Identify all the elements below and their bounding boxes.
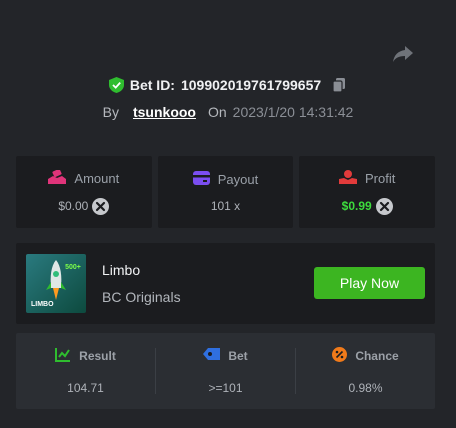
profit-value: $0.99: [341, 199, 372, 213]
play-now-button[interactable]: Play Now: [314, 267, 425, 299]
game-name[interactable]: Limbo: [102, 262, 140, 278]
thumb-badge: 500+: [65, 264, 81, 271]
stat-profit: Profit $0.99: [299, 156, 436, 228]
result-label: Result: [79, 349, 116, 363]
bet-id-value: 109902019761799657: [180, 77, 322, 93]
bet-id-row: Bet ID: 109902019761799657: [0, 74, 456, 96]
chance-value: 0.98%: [348, 381, 383, 395]
game-card: 500+ LIMBO Limbo BC Originals Play Now: [16, 243, 435, 324]
amount-value: $0.00: [58, 199, 89, 213]
percent-icon: [332, 347, 348, 365]
game-provider: BC Originals: [102, 289, 181, 305]
bet-author-row: By tsunkooo On 2023/1/20 14:31:42: [0, 101, 456, 123]
result-chart-icon: [55, 347, 71, 365]
by-label: By: [102, 104, 119, 120]
profit-icon: [339, 169, 357, 187]
payout-value: 101 x: [210, 199, 241, 213]
share-icon[interactable]: [392, 44, 414, 64]
result-value: 104.71: [67, 381, 104, 395]
bet-id-label: Bet ID:: [129, 77, 175, 93]
detail-chance: Chance 0.98%: [296, 347, 435, 395]
stat-amount: Amount $0.00: [16, 156, 152, 228]
bet-value: >=101: [208, 381, 243, 395]
thumb-title: LIMBO: [31, 301, 54, 308]
bet-stats: Amount $0.00 Payout 101 x Profit $0.99: [16, 156, 436, 228]
username-link[interactable]: tsunkooo: [133, 104, 196, 120]
tag-icon: [203, 347, 221, 364]
wallet-icon: [192, 171, 210, 188]
game-thumbnail[interactable]: 500+ LIMBO: [26, 254, 86, 313]
bet-datetime: 2023/1/20 14:31:42: [232, 104, 354, 120]
amount-label: Amount: [74, 170, 120, 186]
chance-label: Chance: [355, 349, 399, 363]
amount-icon: [48, 168, 67, 187]
shield-check-icon: [108, 77, 124, 93]
profit-label: Profit: [365, 170, 396, 186]
bet-label: Bet: [228, 348, 248, 363]
coin-icon: [375, 197, 393, 215]
copy-icon[interactable]: [331, 77, 347, 93]
detail-bet: Bet >=101: [156, 347, 295, 395]
on-label: On: [207, 104, 227, 120]
bet-details: Result 104.71 Bet >=101 Chance 0.98%: [16, 333, 435, 409]
detail-result: Result 104.71: [16, 347, 155, 395]
coin-icon: [92, 197, 110, 215]
payout-label: Payout: [217, 172, 259, 187]
stat-payout: Payout 101 x: [157, 156, 294, 228]
